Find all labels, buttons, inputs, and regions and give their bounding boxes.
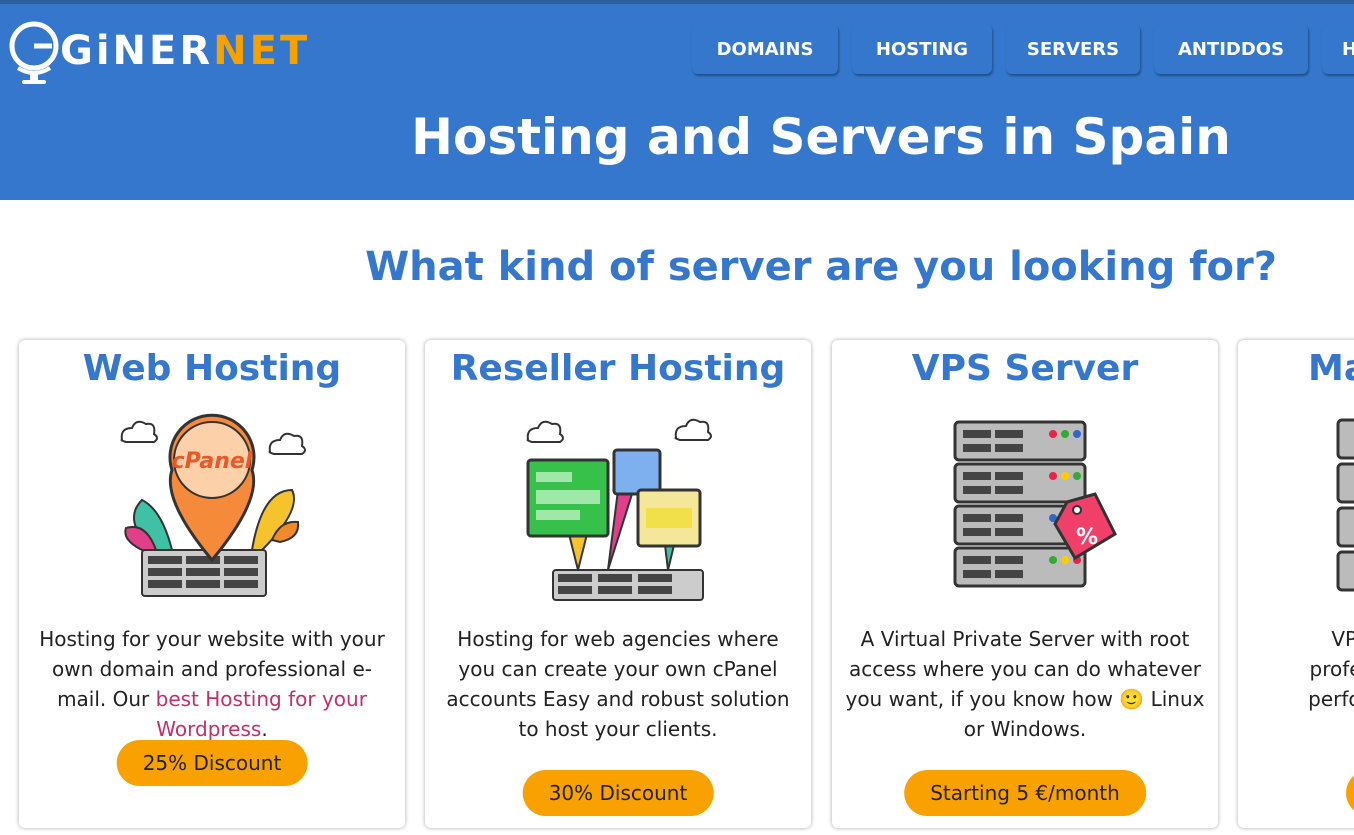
card-reseller-hosting: Reseller Hosting Hosting for web agencie… <box>425 340 811 828</box>
nav-hosting[interactable]: HOSTING <box>852 24 992 74</box>
svg-text:%: % <box>1076 525 1098 550</box>
card-web-hosting: Web Hosting cPanel Hosting for your webs… <box>19 340 405 828</box>
card-title: Reseller Hosting <box>450 348 786 389</box>
logo-wordmark: GiNERNET <box>60 28 310 74</box>
card-title: Ma <box>1308 348 1354 389</box>
discount-button[interactable]: 30% Discount <box>522 770 714 816</box>
server-rack-icon <box>1336 418 1354 592</box>
card-managed: Ma VPS v professi perform <box>1238 340 1354 828</box>
discount-button[interactable]: 25% Discount <box>116 740 308 786</box>
card-description: A Virtual Private Server with root acces… <box>844 624 1206 744</box>
globe-icon <box>9 21 59 84</box>
pricing-button[interactable]: Starting 5 €/month <box>904 770 1146 816</box>
hero-title: Hosting and Servers in Spain <box>411 108 1231 166</box>
nav-servers[interactable]: SERVERS <box>1006 24 1140 74</box>
card-title: VPS Server <box>911 348 1139 389</box>
nav-domains[interactable]: DOMAINS <box>692 24 838 74</box>
server-rack-icon: % <box>953 420 1117 588</box>
logo-suffix: NET <box>213 28 311 74</box>
section-title: What kind of server are you looking for? <box>365 244 1277 290</box>
desc-text-end: . <box>261 717 268 741</box>
nav-more[interactable]: H <box>1322 24 1354 74</box>
card-title: Web Hosting <box>82 348 342 389</box>
site-logo[interactable]: GiNERNET <box>8 12 307 88</box>
card-description: VPS v professi perform <box>1308 627 1354 711</box>
main-nav: DOMAINS HOSTING SERVERS ANTIDDOS H <box>692 24 1354 74</box>
card-description: Hosting for your website with your own d… <box>31 624 393 744</box>
card-vps-server: VPS Server % A Virtual Private Server wi… <box>832 340 1218 828</box>
reseller-icon <box>526 418 712 601</box>
card-description: Hosting for web agencies where you can c… <box>446 627 790 741</box>
card-button-partial[interactable] <box>1346 770 1354 816</box>
svg-text:cPanel: cPanel <box>172 449 253 474</box>
smile-emoji: 🙂 <box>1119 687 1145 711</box>
site-header: GiNERNET DOMAINS HOSTING SERVERS ANTIDDO… <box>0 0 1354 200</box>
page: GiNERNET DOMAINS HOSTING SERVERS ANTIDDO… <box>0 0 1354 835</box>
nav-antiddos[interactable]: ANTIDDOS <box>1154 24 1308 74</box>
logo-prefix: GiNER <box>60 28 214 74</box>
cpanel-icon: cPanel <box>120 413 306 597</box>
